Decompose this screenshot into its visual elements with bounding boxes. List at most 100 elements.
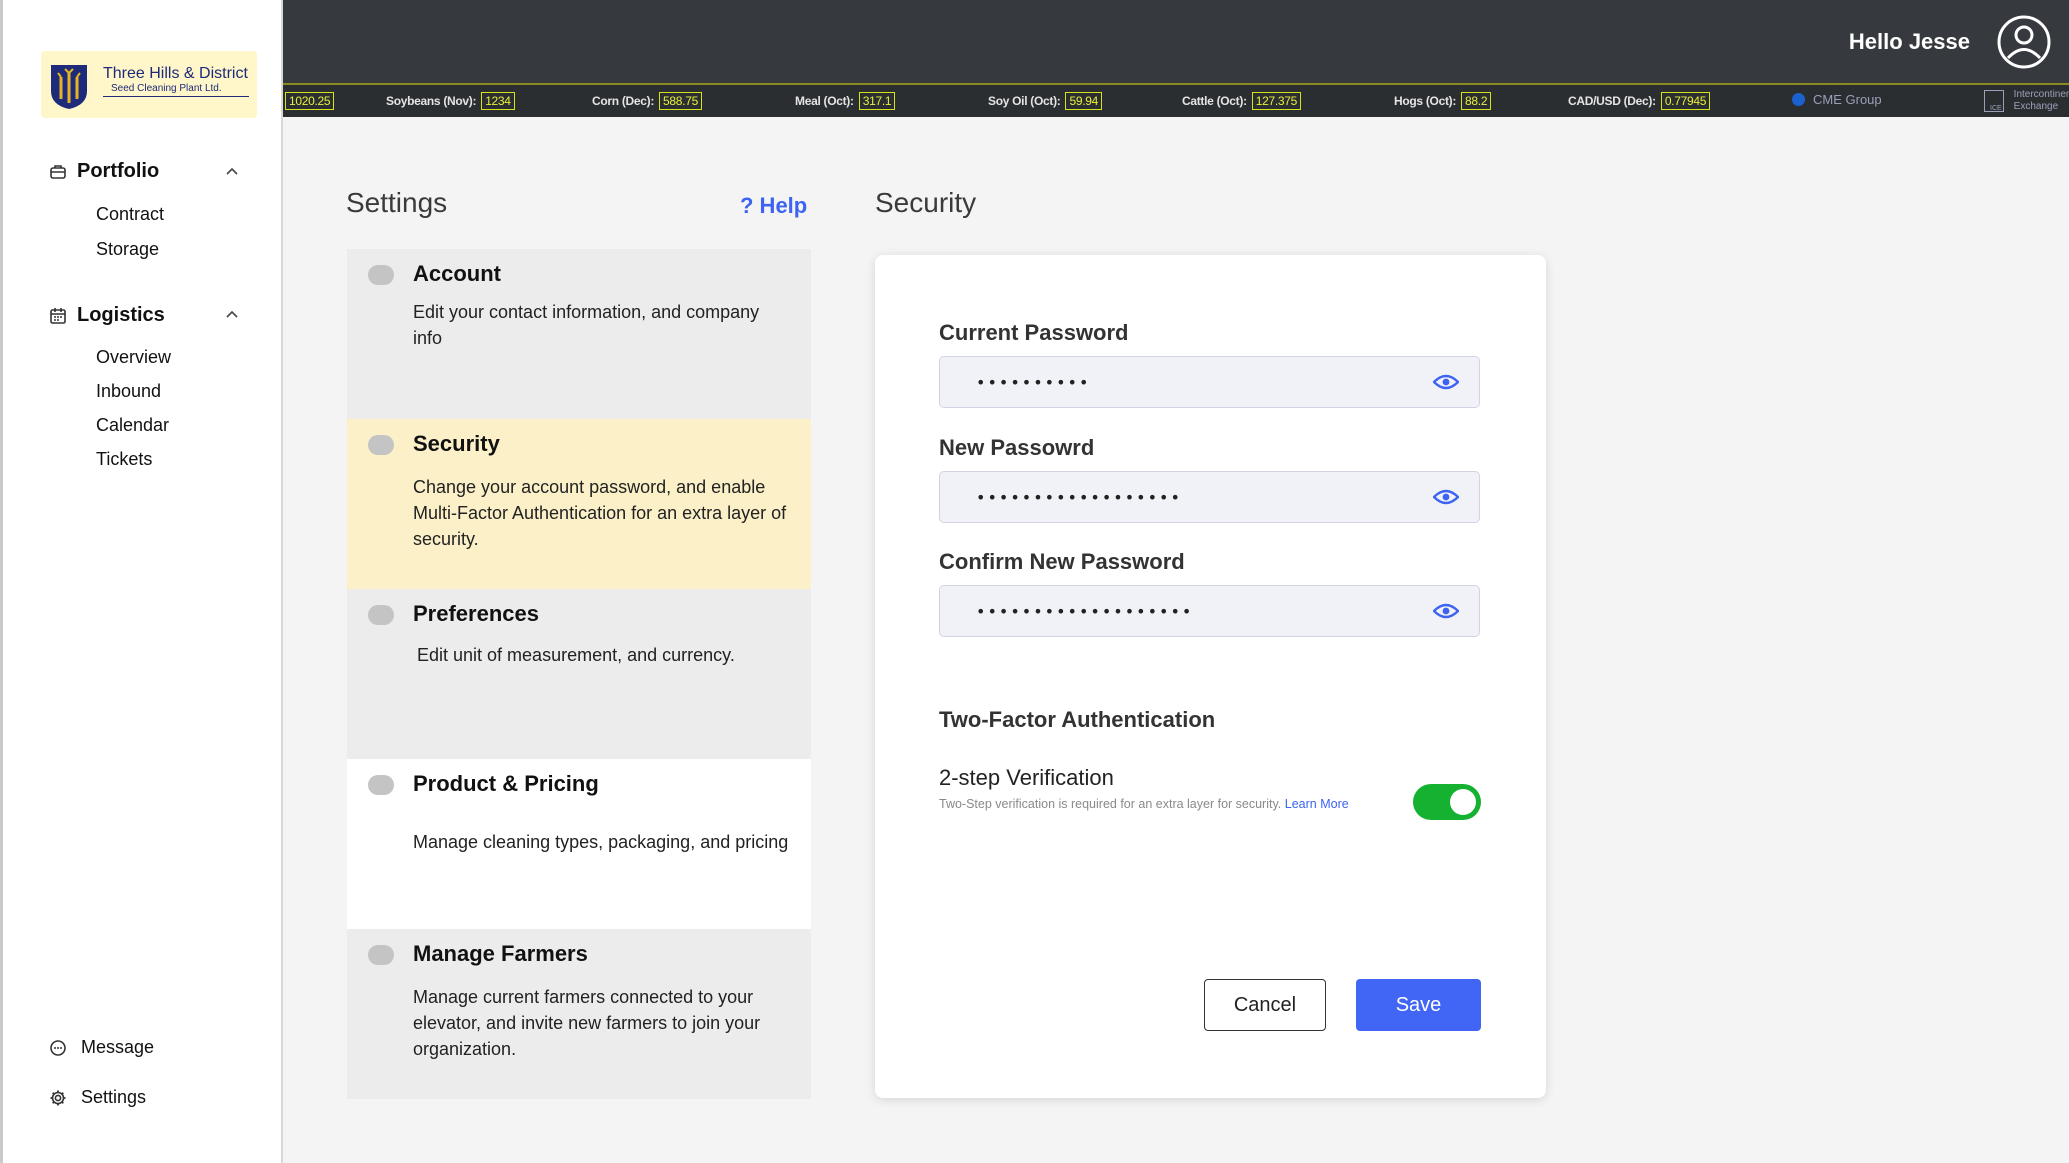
greeting: Hello Jesse (1848, 29, 1970, 54)
ticker-value: 317.1 (858, 92, 896, 110)
ticker-value: 0.77945 (1660, 92, 1711, 110)
settings-item-account[interactable]: Account Edit your contact information, a… (347, 249, 811, 419)
company-name: Three Hills & District (103, 65, 248, 82)
ticker-value: 1020.25 (285, 92, 335, 110)
ice-mark: ICE (1990, 104, 2002, 112)
sidebar-section-portfolio[interactable]: Portfolio (49, 160, 159, 183)
market-ticker: 1020.25 Soybeans (Nov): 1234 Corn (Dec):… (283, 83, 2069, 117)
sidebar-section-logistics[interactable]: Logistics (49, 304, 165, 327)
source-label: Exchange (2013, 101, 2059, 112)
logo-divider (103, 96, 249, 97)
settings-item-description: Change your account password, and enable… (413, 477, 787, 549)
source-label: Intercontinental (2013, 89, 2069, 100)
ticker-item: Soy Oil (Oct): 59.94 (988, 92, 1103, 110)
settings-item-product-pricing[interactable]: Product & Pricing Manage cleaning types,… (347, 759, 811, 929)
company-subtitle: Seed Cleaning Plant Ltd. (111, 83, 222, 94)
ticker-label: Cattle (Oct): (1182, 94, 1247, 108)
source-label: CME Group (1813, 92, 1882, 107)
settings-item-title: Preferences (413, 601, 539, 626)
two-step-description: Two-Step verification is required for an… (939, 794, 1379, 814)
sidebar-section-label: Portfolio (77, 160, 160, 182)
cme-group-logo: CME Group (1792, 92, 1882, 107)
settings-item-manage-farmers[interactable]: Manage Farmers Manage current farmers co… (347, 929, 811, 1099)
wheat-logo-icon (51, 65, 87, 109)
ticker-item: Meal (Oct): 317.1 (795, 92, 896, 110)
current-password-input[interactable] (976, 357, 1416, 407)
ticker-value: 127.375 (1251, 92, 1302, 110)
confirm-password-field (939, 585, 1480, 637)
settings-item-title: Manage Farmers (413, 941, 588, 966)
ticker-item: Hogs (Oct): 88.2 (1394, 92, 1492, 110)
new-password-field (939, 471, 1480, 523)
briefcase-icon (50, 164, 66, 179)
eye-icon[interactable] (1433, 602, 1459, 620)
help-link[interactable]: ? Help (740, 193, 807, 219)
sidebar-item-overview[interactable]: Overview (96, 347, 171, 368)
ticker-label: CAD/USD (Dec): (1568, 94, 1656, 108)
ticker-value: 88.2 (1461, 92, 1492, 110)
settings-item-title: Product & Pricing (413, 771, 599, 796)
radio-indicator[interactable] (368, 945, 394, 965)
sidebar-item-tickets[interactable]: Tickets (96, 449, 152, 470)
two-step-toggle[interactable] (1413, 784, 1481, 820)
chevron-up-icon[interactable] (225, 165, 239, 179)
settings-item-description: Edit your contact information, and compa… (413, 302, 760, 348)
new-password-label: New Passowrd (939, 435, 1095, 460)
gear-icon (50, 1090, 66, 1105)
two-step-description-text: Two-Step verification is required for an… (939, 797, 1282, 811)
learn-more-link[interactable]: Learn More (1285, 797, 1349, 811)
sidebar-item-storage[interactable]: Storage (96, 239, 159, 260)
sidebar-item-label: Settings (81, 1087, 147, 1107)
chat-icon (50, 1039, 66, 1056)
settings-item-preferences[interactable]: Preferences Edit unit of measurement, an… (347, 589, 811, 759)
ticker-label: Hogs (Oct): (1394, 94, 1457, 108)
sidebar-section-label: Logistics (77, 304, 165, 326)
confirm-password-input[interactable] (976, 586, 1416, 636)
settings-title: Settings (346, 187, 448, 218)
sidebar-item-calendar[interactable]: Calendar (96, 415, 169, 436)
ticker-label: Meal (Oct): (795, 94, 854, 108)
radio-indicator[interactable] (368, 435, 394, 455)
settings-item-title: Security (413, 431, 500, 456)
two-factor-title: Two-Factor Authentication (939, 707, 1216, 732)
ticker-item: Corn (Dec): 588.75 (592, 92, 702, 110)
ticker-value: 59.94 (1065, 92, 1103, 110)
user-circle-icon[interactable] (1997, 15, 2051, 69)
toggle-knob (1450, 789, 1476, 815)
new-password-input[interactable] (976, 472, 1416, 522)
eye-icon[interactable] (1433, 488, 1459, 506)
settings-item-description: Manage current farmers connected to your… (413, 987, 761, 1059)
top-bar: Hello Jesse (283, 0, 2069, 83)
security-title: Security (875, 187, 977, 218)
settings-item-security[interactable]: Security Change your account password, a… (347, 419, 811, 589)
ticker-value: 1234 (481, 92, 515, 110)
current-password-label: Current Password (939, 320, 1129, 345)
radio-indicator[interactable] (368, 605, 394, 625)
sidebar-item-inbound[interactable]: Inbound (96, 381, 161, 402)
save-button[interactable]: Save (1356, 979, 1481, 1031)
radio-indicator[interactable] (368, 265, 394, 285)
radio-indicator[interactable] (368, 775, 394, 795)
cancel-button[interactable]: Cancel (1204, 979, 1326, 1031)
current-password-field (939, 356, 1480, 408)
sidebar: Three Hills & District Seed Cleaning Pla… (0, 0, 283, 1163)
chevron-up-icon[interactable] (225, 308, 239, 322)
ticker-label: Soy Oil (Oct): (988, 94, 1061, 108)
ticker-label: Soybeans (Nov): (386, 94, 477, 108)
sidebar-item-message[interactable]: Message (49, 1037, 154, 1058)
globe-icon (1792, 93, 1805, 106)
company-logo[interactable]: Three Hills & District Seed Cleaning Pla… (41, 51, 257, 118)
ticker-item: CAD/USD (Dec): 0.77945 (1568, 92, 1711, 110)
sidebar-item-label: Message (81, 1037, 155, 1057)
sidebar-item-settings[interactable]: Settings (49, 1087, 146, 1108)
ice-logo: ICE Intercontinental Exchange (1984, 89, 2069, 113)
settings-item-title: Account (413, 261, 501, 286)
eye-icon[interactable] (1433, 373, 1459, 391)
settings-item-description: Manage cleaning types, packaging, and pr… (413, 832, 789, 852)
ticker-label: Corn (Dec): (592, 94, 655, 108)
settings-item-description: Edit unit of measurement, and currency. (417, 645, 735, 665)
ticker-item: 1020.25 (285, 92, 335, 110)
two-step-label: 2-step Verification (939, 765, 1114, 790)
ticker-value: 588.75 (659, 92, 702, 110)
sidebar-item-contract[interactable]: Contract (96, 204, 164, 225)
